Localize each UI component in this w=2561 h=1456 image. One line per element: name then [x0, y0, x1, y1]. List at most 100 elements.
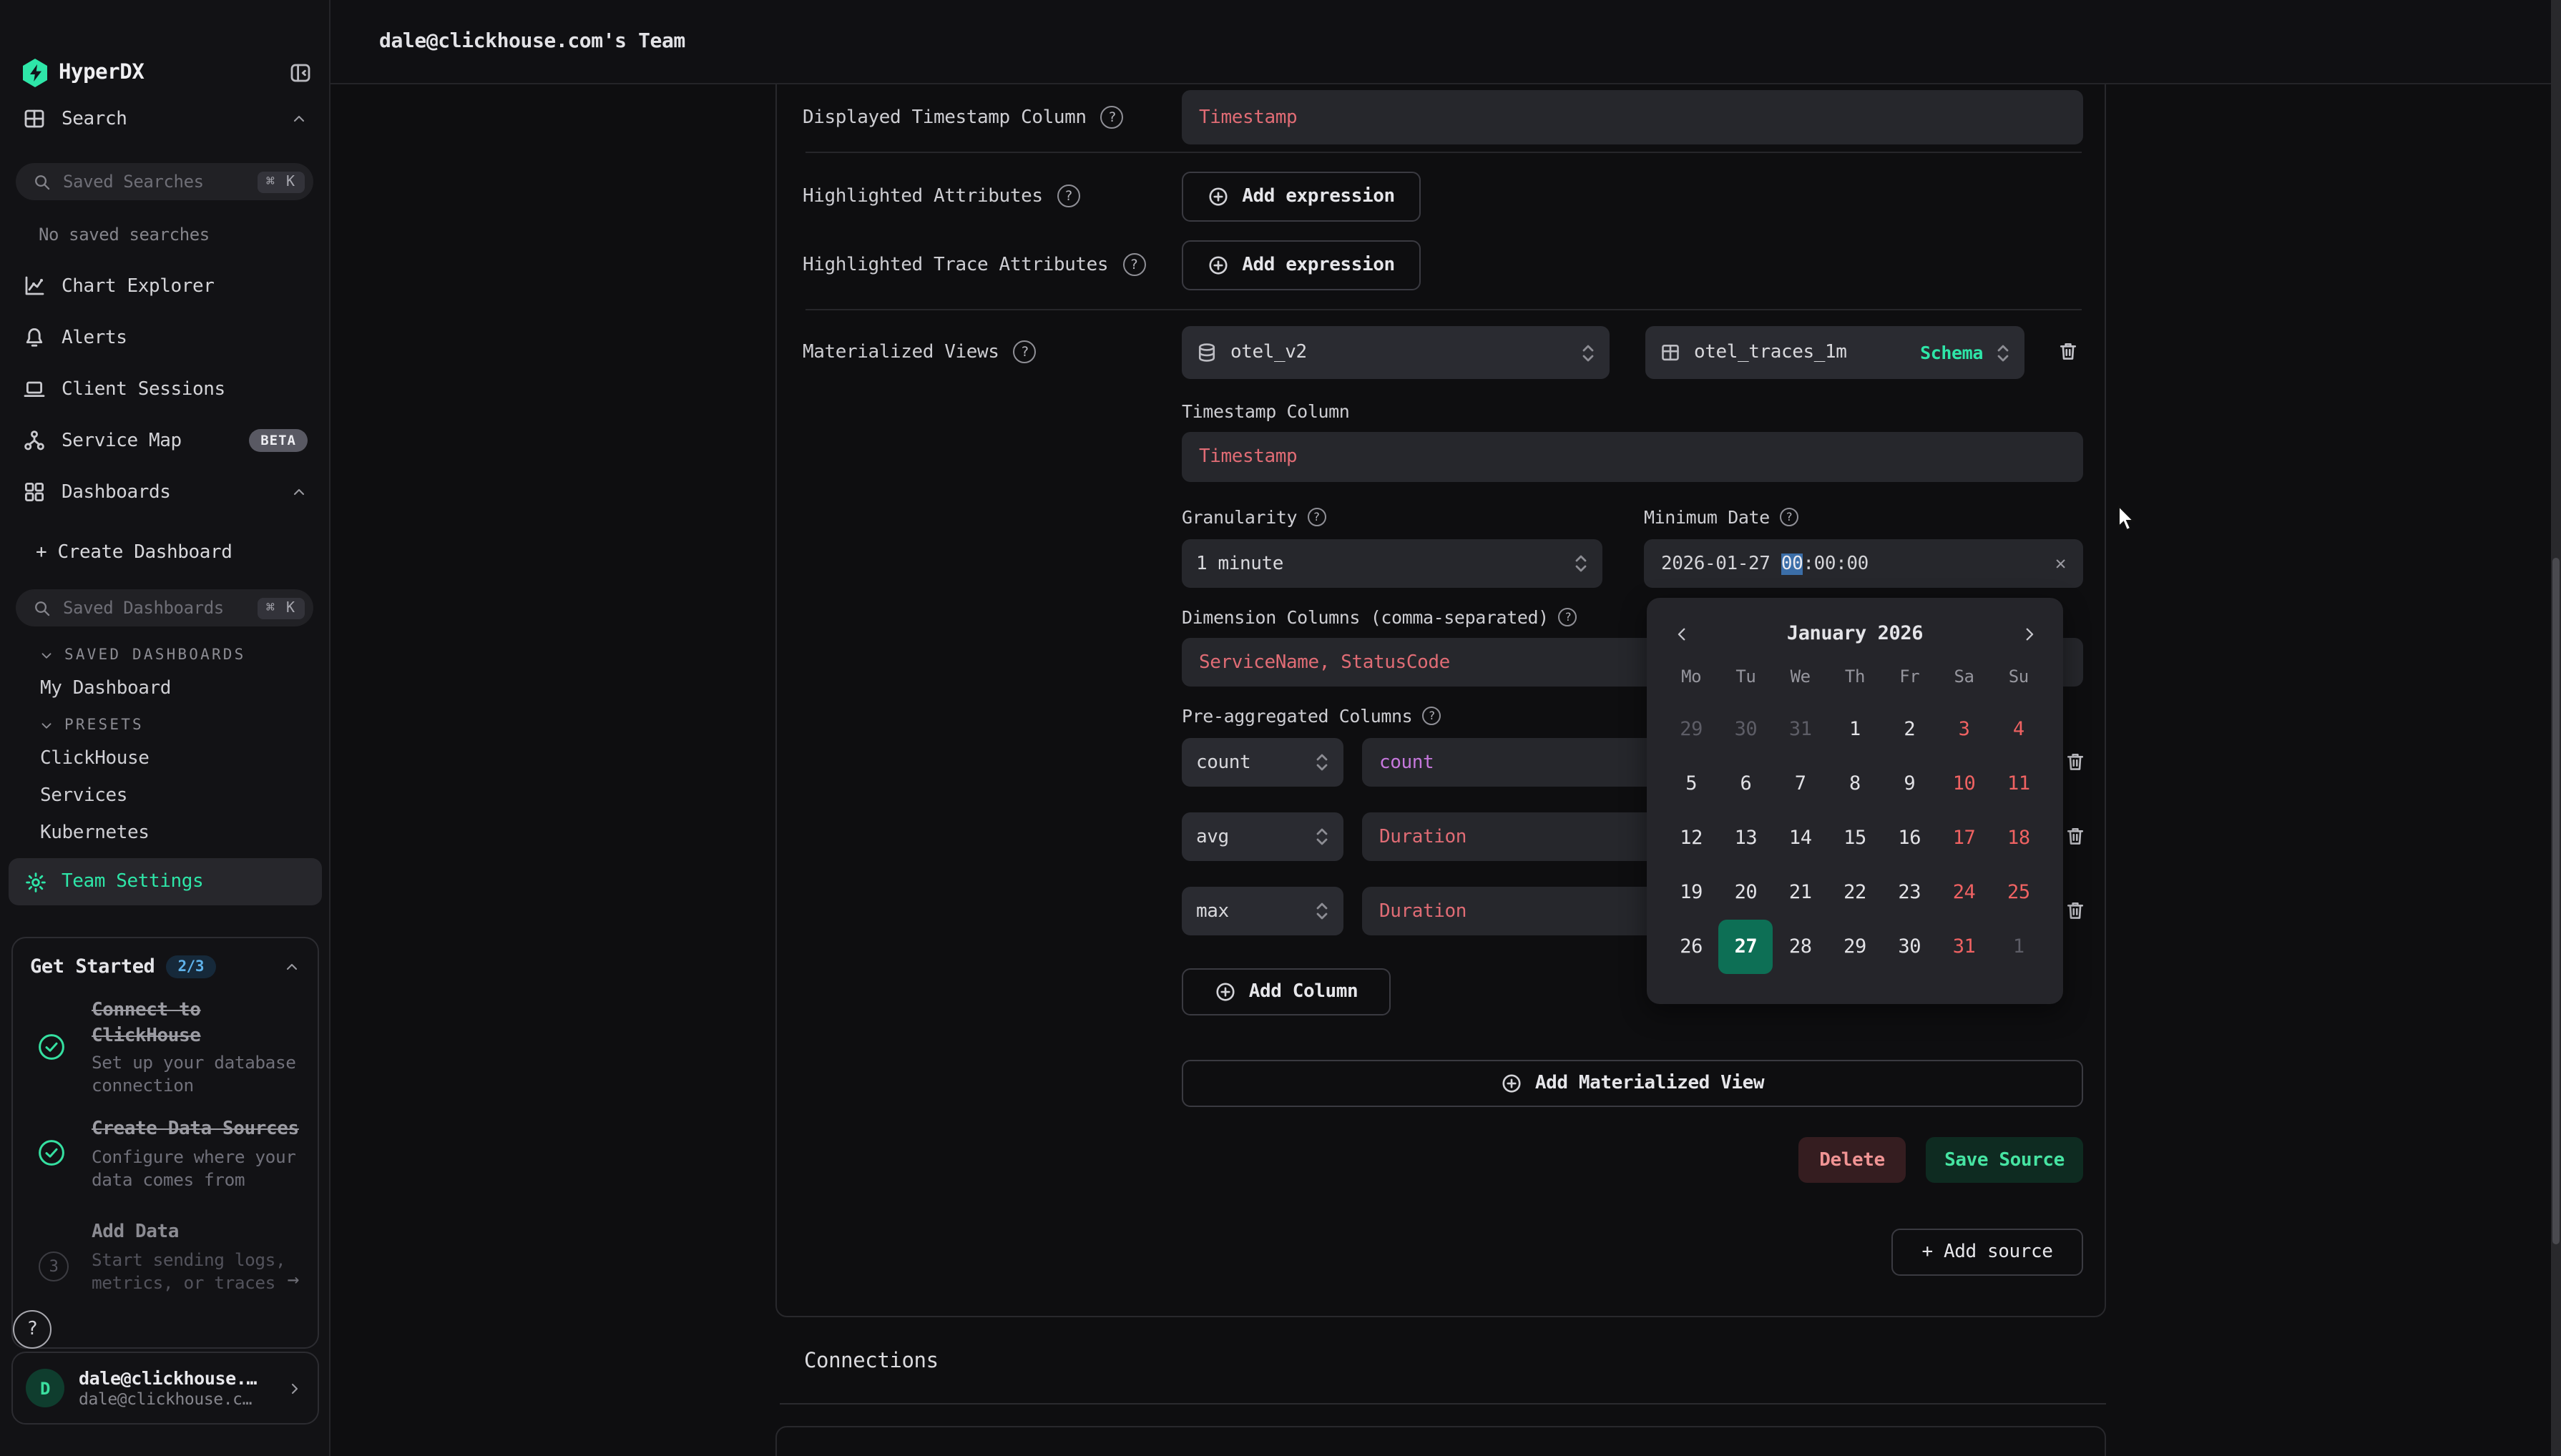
calendar-day[interactable]: 24: [1936, 865, 1991, 920]
help-icon[interactable]: ?: [1122, 253, 1145, 276]
delete-column-trash-icon[interactable]: [2065, 900, 2086, 923]
help-icon[interactable]: ?: [1057, 185, 1080, 207]
displayed-timestamp-input[interactable]: Timestamp: [1182, 90, 2083, 144]
calendar-day[interactable]: 7: [1773, 757, 1828, 811]
calendar-day[interactable]: 14: [1773, 811, 1828, 865]
sidebar-item-search[interactable]: Search: [0, 97, 330, 140]
sidebar-item-service-map[interactable]: Service Map BETA: [0, 419, 330, 462]
plus-circle-icon: [1501, 1073, 1522, 1094]
delete-view-trash-icon[interactable]: [2057, 340, 2079, 363]
profile-card[interactable]: D dale@clickhouse.… dale@clickhouse.c…: [11, 1352, 319, 1425]
calendar-day[interactable]: 31: [1936, 920, 1991, 974]
calendar-day[interactable]: 23: [1882, 865, 1936, 920]
database-select[interactable]: otel_v2: [1182, 326, 1610, 379]
get-started-step-sources[interactable]: Create Data Sources Configure where your…: [13, 1106, 318, 1200]
calendar-day[interactable]: 29: [1664, 702, 1718, 757]
calendar-day[interactable]: 4: [1992, 702, 2046, 757]
sidebar-collapse-icon[interactable]: [289, 62, 312, 84]
calendar-day[interactable]: 17: [1936, 811, 1991, 865]
calendar-month-title[interactable]: January 2026: [1698, 622, 2012, 645]
add-expression-button[interactable]: Add expression: [1182, 172, 1421, 222]
calendar-day[interactable]: 19: [1664, 865, 1718, 920]
calendar-day[interactable]: 26: [1664, 920, 1718, 974]
profile-email: dale@clickhouse.c…: [79, 1389, 272, 1409]
preagg-op-select[interactable]: count: [1182, 738, 1343, 787]
step-desc: Set up your database connection: [92, 1051, 309, 1097]
calendar-day[interactable]: 30: [1718, 702, 1773, 757]
calendar-day[interactable]: 3: [1936, 702, 1991, 757]
saved-dashboards-input[interactable]: Saved Dashboards ⌘ K: [16, 589, 313, 626]
calendar-day[interactable]: 1: [1828, 702, 1882, 757]
help-icon[interactable]: ?: [1422, 707, 1441, 725]
calendar-prev-icon[interactable]: [1664, 616, 1698, 651]
calendar-day[interactable]: 28: [1773, 920, 1828, 974]
presets-group[interactable]: PRESETS: [39, 717, 144, 734]
sidebar-item-preset[interactable]: Kubernetes: [40, 822, 150, 844]
calendar-day[interactable]: 2: [1882, 702, 1936, 757]
get-started-step-add-data[interactable]: 3 Add Data Start sending logs, metrics, …: [13, 1200, 318, 1302]
calendar-day[interactable]: 21: [1773, 865, 1828, 920]
clear-date-icon[interactable]: ✕: [2055, 553, 2066, 574]
help-icon[interactable]: ?: [1101, 106, 1124, 129]
add-expression-button[interactable]: Add expression: [1182, 240, 1421, 290]
sidebar-item-dashboards[interactable]: Dashboards: [0, 471, 330, 513]
delete-column-trash-icon[interactable]: [2065, 825, 2086, 848]
calendar-day[interactable]: 11: [1992, 757, 2046, 811]
calendar-next-icon[interactable]: [2012, 616, 2046, 651]
scrollbar-thumb[interactable]: [2552, 558, 2560, 1244]
calendar-day[interactable]: 27: [1718, 920, 1773, 974]
table-select[interactable]: otel_traces_1m Schema: [1645, 326, 2024, 379]
calendar-day[interactable]: 20: [1718, 865, 1773, 920]
hyperdx-logo-icon: [23, 59, 47, 87]
save-source-button[interactable]: Save Source: [1926, 1137, 2083, 1183]
sidebar-item-label: Service Map: [62, 430, 233, 451]
calendar-day[interactable]: 15: [1828, 811, 1882, 865]
calendar-day[interactable]: 8: [1828, 757, 1882, 811]
calendar-day[interactable]: 16: [1882, 811, 1936, 865]
help-icon[interactable]: ?: [1307, 508, 1326, 526]
calendar-day[interactable]: 10: [1936, 757, 1991, 811]
calendar-day[interactable]: 6: [1718, 757, 1773, 811]
add-column-button[interactable]: Add Column: [1182, 968, 1391, 1015]
minimum-date-input[interactable]: 2026-01-27 00 :00:00 ✕: [1644, 539, 2083, 588]
granularity-select[interactable]: 1 minute: [1182, 539, 1602, 588]
sidebar-item-my-dashboard[interactable]: My Dashboard: [40, 678, 171, 699]
preagg-op-select[interactable]: avg: [1182, 812, 1343, 861]
preagg-op-select[interactable]: max: [1182, 887, 1343, 935]
calendar-day[interactable]: 31: [1773, 702, 1828, 757]
calendar-day[interactable]: 12: [1664, 811, 1718, 865]
calendar-day[interactable]: 25: [1992, 865, 2046, 920]
calendar-day[interactable]: 13: [1718, 811, 1773, 865]
saved-searches-input[interactable]: Saved Searches ⌘ K: [16, 163, 313, 200]
calendar-day[interactable]: 5: [1664, 757, 1718, 811]
add-materialized-view-button[interactable]: Add Materialized View: [1182, 1060, 2083, 1107]
add-source-button[interactable]: + Add source: [1891, 1229, 2083, 1276]
sidebar-item-alerts[interactable]: Alerts: [0, 316, 330, 359]
highlighted-attributes-label: Highlighted Attributes ?: [803, 185, 1080, 207]
sidebar-item-client-sessions[interactable]: Client Sessions: [0, 368, 330, 410]
saved-dashboards-group[interactable]: SAVED DASHBOARDS: [39, 646, 246, 664]
delete-button[interactable]: Delete: [1798, 1137, 1906, 1183]
sidebar-item-team-settings[interactable]: Team Settings: [9, 858, 322, 905]
help-icon[interactable]: ?: [1559, 608, 1577, 626]
sidebar-item-preset[interactable]: ClickHouse: [40, 748, 150, 769]
help-icon[interactable]: ?: [1780, 508, 1798, 526]
calendar-day[interactable]: 9: [1882, 757, 1936, 811]
page-scrollbar[interactable]: [2551, 0, 2561, 1456]
get-started-step-connect[interactable]: Connect to ClickHouse Set up your databa…: [13, 987, 318, 1106]
calendar-day[interactable]: 18: [1992, 811, 2046, 865]
calendar-day[interactable]: 30: [1882, 920, 1936, 974]
delete-column-trash-icon[interactable]: [2065, 751, 2086, 774]
sidebar-item-preset[interactable]: Services: [40, 785, 127, 807]
help-button[interactable]: ?: [13, 1310, 52, 1349]
timestamp-column-input[interactable]: Timestamp: [1182, 432, 2083, 482]
sidebar-item-chart-explorer[interactable]: Chart Explorer: [0, 265, 330, 308]
create-dashboard-button[interactable]: + Create Dashboard: [0, 531, 330, 574]
help-icon[interactable]: ?: [1014, 340, 1037, 363]
plus-circle-icon: [1208, 255, 1229, 276]
calendar-day[interactable]: 22: [1828, 865, 1882, 920]
chevron-up-icon[interactable]: [283, 958, 300, 975]
calendar-day[interactable]: 29: [1828, 920, 1882, 974]
calendar-day[interactable]: 1: [1992, 920, 2046, 974]
dashboards-icon: [23, 481, 46, 503]
